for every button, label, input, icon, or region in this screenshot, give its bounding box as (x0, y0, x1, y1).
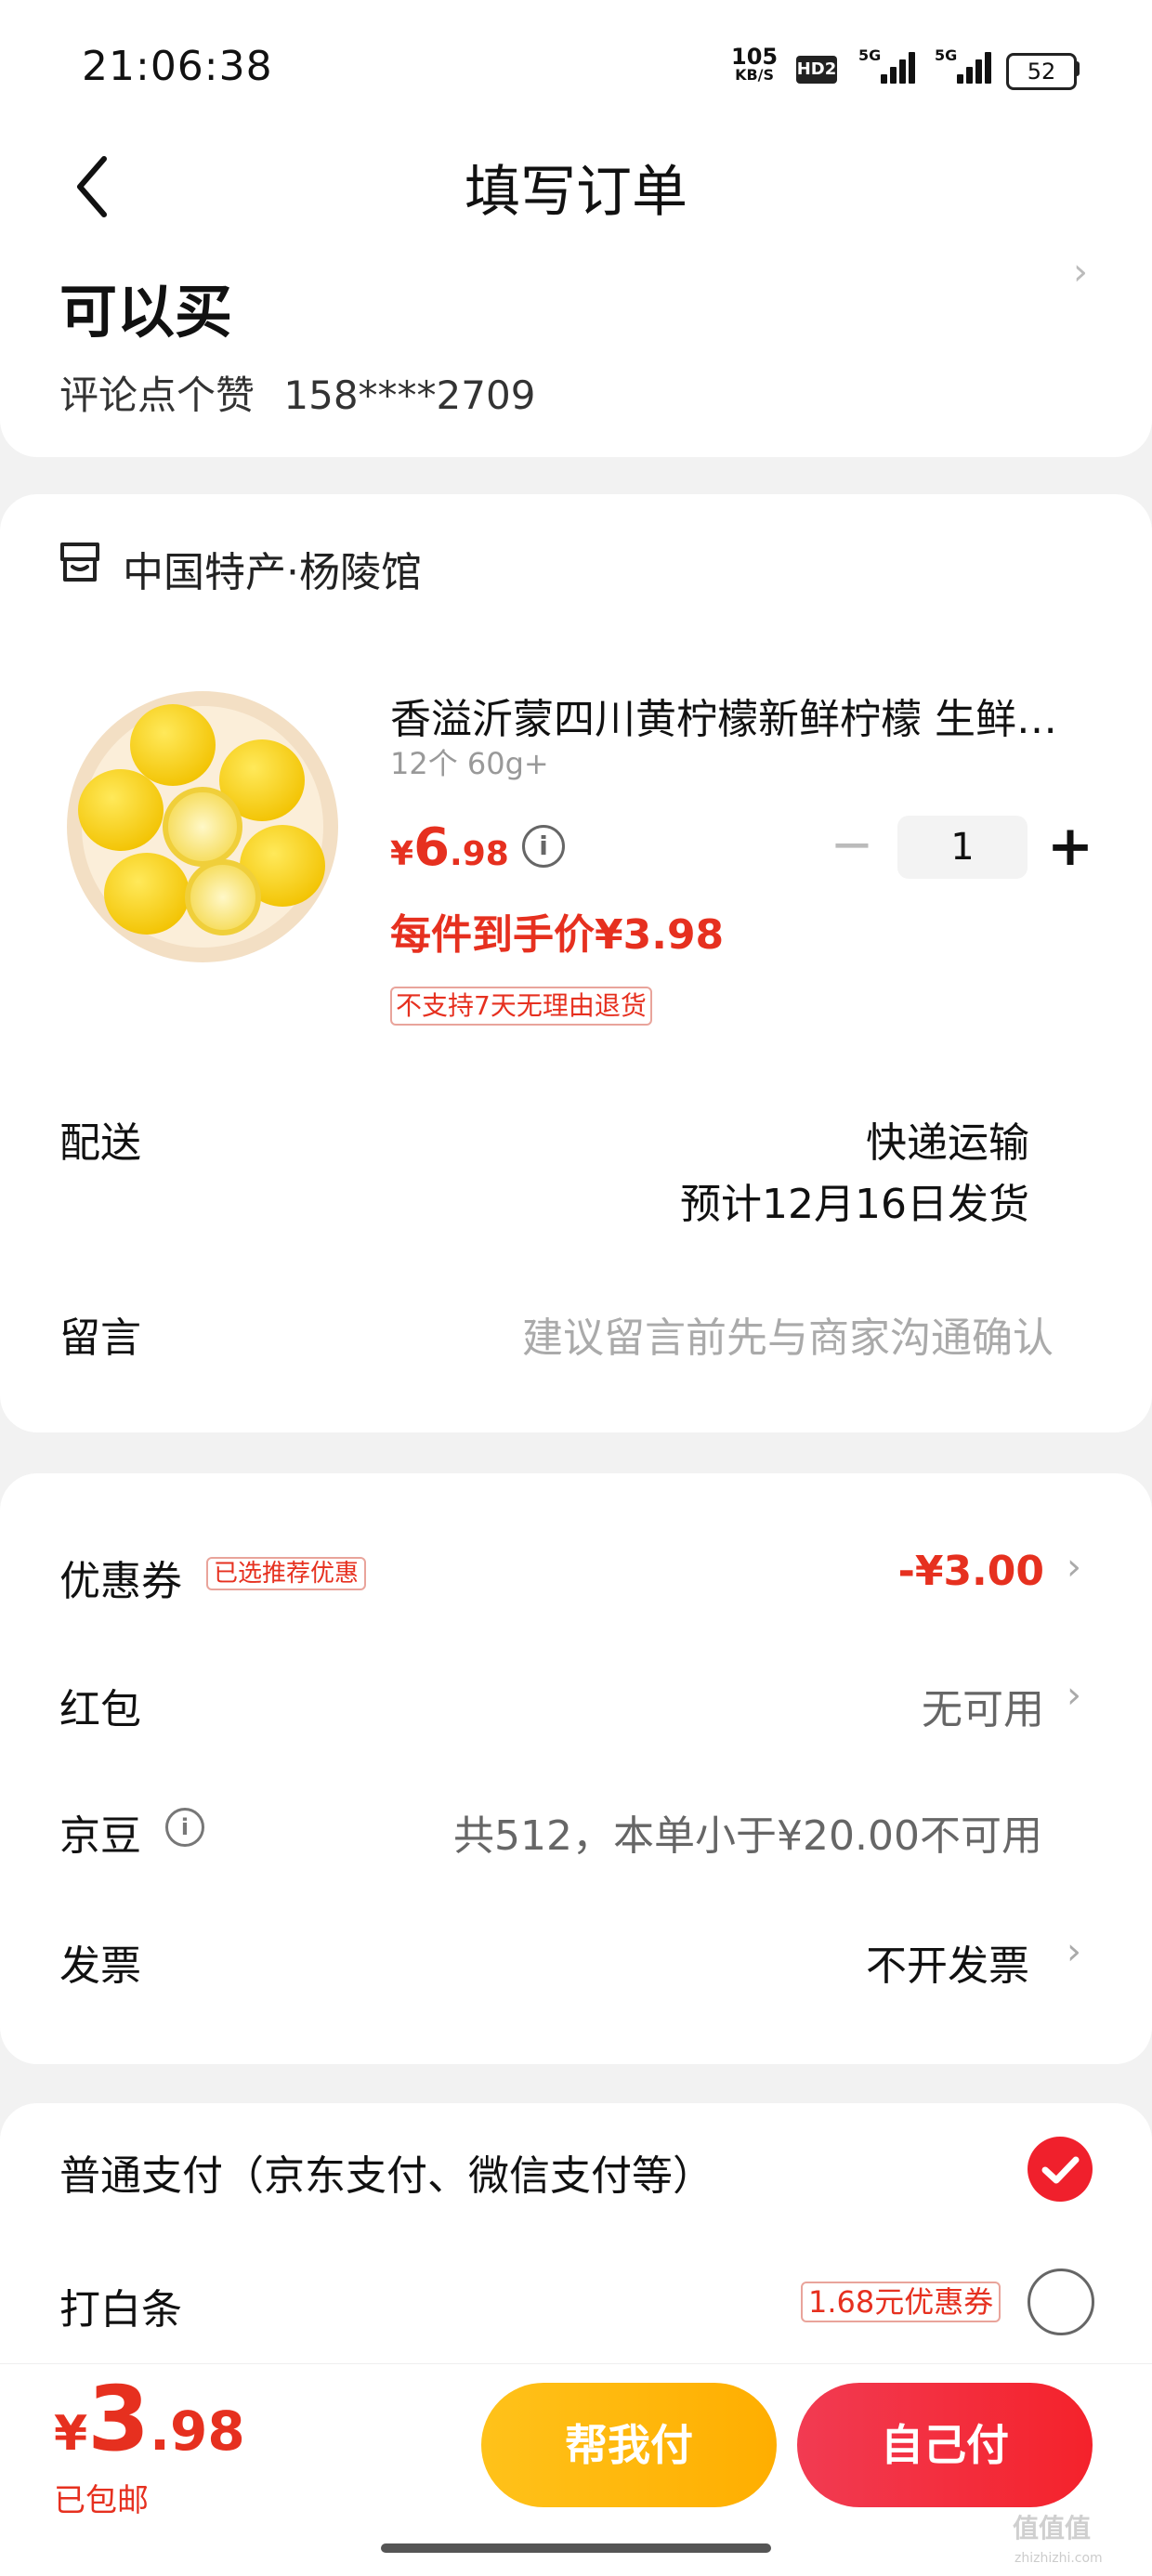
total-decimal: .98 (149, 2399, 245, 2463)
total-price: ¥3.98 (54, 2367, 245, 2471)
total-symbol: ¥ (54, 2406, 88, 2462)
delivery-label: 配送 (59, 1119, 141, 1167)
shop-icon (58, 541, 102, 583)
coupon-label: 优惠券 (59, 1558, 182, 1605)
payment-baitiao-radio[interactable] (1028, 2269, 1094, 2335)
shipping-note: 已包邮 (54, 2482, 149, 2519)
coupon-chevron-icon[interactable]: › (1067, 1546, 1081, 1589)
delivery-eta: 预计12月16日发货 (680, 1181, 1029, 1228)
watermark-logo: 值值值 (1013, 2513, 1092, 2543)
home-indicator[interactable] (381, 2543, 771, 2553)
price-integer: 6 (413, 817, 451, 878)
signal-icon: 5G (858, 46, 915, 84)
network-speed-value: 105 (731, 44, 779, 70)
quantity-plus-button[interactable]: + (1044, 818, 1096, 875)
baitiao-coupon-tag: 1.68元优惠券 (801, 2282, 1001, 2322)
network-speed-unit: KB/S (735, 66, 775, 84)
arrival-price: 每件到手价¥3.98 (390, 911, 725, 959)
payment-baitiao-label[interactable]: 打白条 (59, 2276, 182, 2335)
address-chevron-icon: › (1073, 251, 1088, 294)
network-speed: 105 KB/S (731, 46, 778, 84)
red-packet-label: 红包 (59, 1686, 141, 1733)
price-decimal: .98 (450, 835, 509, 873)
invoice-value[interactable]: 不开发票 (866, 1932, 1029, 1992)
address-contact: 评论点个赞 158****2709 (59, 364, 535, 421)
address-name: 可以买 (59, 278, 233, 346)
red-packet-value[interactable]: 无可用 (922, 1676, 1044, 1735)
product-image[interactable] (63, 687, 342, 966)
coupon-value[interactable]: -¥3.00 (898, 1548, 1044, 1595)
shop-name[interactable]: 中国特产·杨陵馆 (123, 539, 422, 598)
self-pay-button[interactable]: 自己付 (797, 2383, 1093, 2507)
watermark-url: zhizhizhi.com (1015, 2551, 1103, 2566)
signal-type-2: 5G (935, 46, 958, 64)
red-packet-chevron-icon[interactable]: › (1067, 1674, 1081, 1717)
battery-tip (1075, 61, 1080, 76)
delivery-method[interactable]: 快递运输 (866, 1109, 1029, 1169)
battery-icon: 52 (1006, 53, 1077, 90)
jingdou-label: 京豆 (59, 1812, 141, 1860)
signal-icon-2: 5G (935, 46, 991, 84)
page-title: 填写订单 (465, 160, 687, 225)
product-title[interactable]: 香溢沂蒙四川黄柠檬新鲜柠檬 生鲜水果 (390, 686, 1096, 745)
payment-normal-label[interactable]: 普通支付（京东支付、微信支付等） (59, 2142, 713, 2202)
no-return-badge: 不支持7天无理由退货 (390, 987, 652, 1026)
help-pay-button[interactable]: 帮我付 (481, 2383, 777, 2507)
hd-badge: HD2 (796, 56, 837, 84)
coupon-tag: 已选推荐优惠 (206, 1557, 367, 1590)
contact-name: 评论点个赞 (59, 373, 255, 418)
invoice-label: 发票 (59, 1942, 141, 1990)
price-symbol: ¥ (390, 835, 414, 873)
product-spec: 12个 60g+ (390, 746, 549, 781)
quantity-minus-button[interactable]: − (829, 819, 875, 871)
product-price: ¥6.98 (390, 817, 509, 878)
signal-type: 5G (858, 46, 882, 64)
invoice-chevron-icon[interactable]: › (1067, 1930, 1081, 1973)
payment-normal-checked-icon[interactable] (1028, 2137, 1093, 2202)
price-info-icon[interactable]: i (522, 825, 565, 868)
contact-phone: 158****2709 (283, 373, 536, 418)
jingdou-info-icon[interactable]: i (165, 1808, 204, 1847)
total-integer: 3 (87, 2367, 150, 2471)
message-input[interactable]: 建议留言前先与商家沟通确认 (522, 1304, 1054, 1364)
quantity-input[interactable]: 1 (897, 816, 1028, 879)
jingdou-value: 共512，本单小于¥20.00不可用 (453, 1812, 1042, 1860)
status-time: 21:06:38 (82, 43, 273, 90)
message-label: 留言 (59, 1314, 141, 1362)
